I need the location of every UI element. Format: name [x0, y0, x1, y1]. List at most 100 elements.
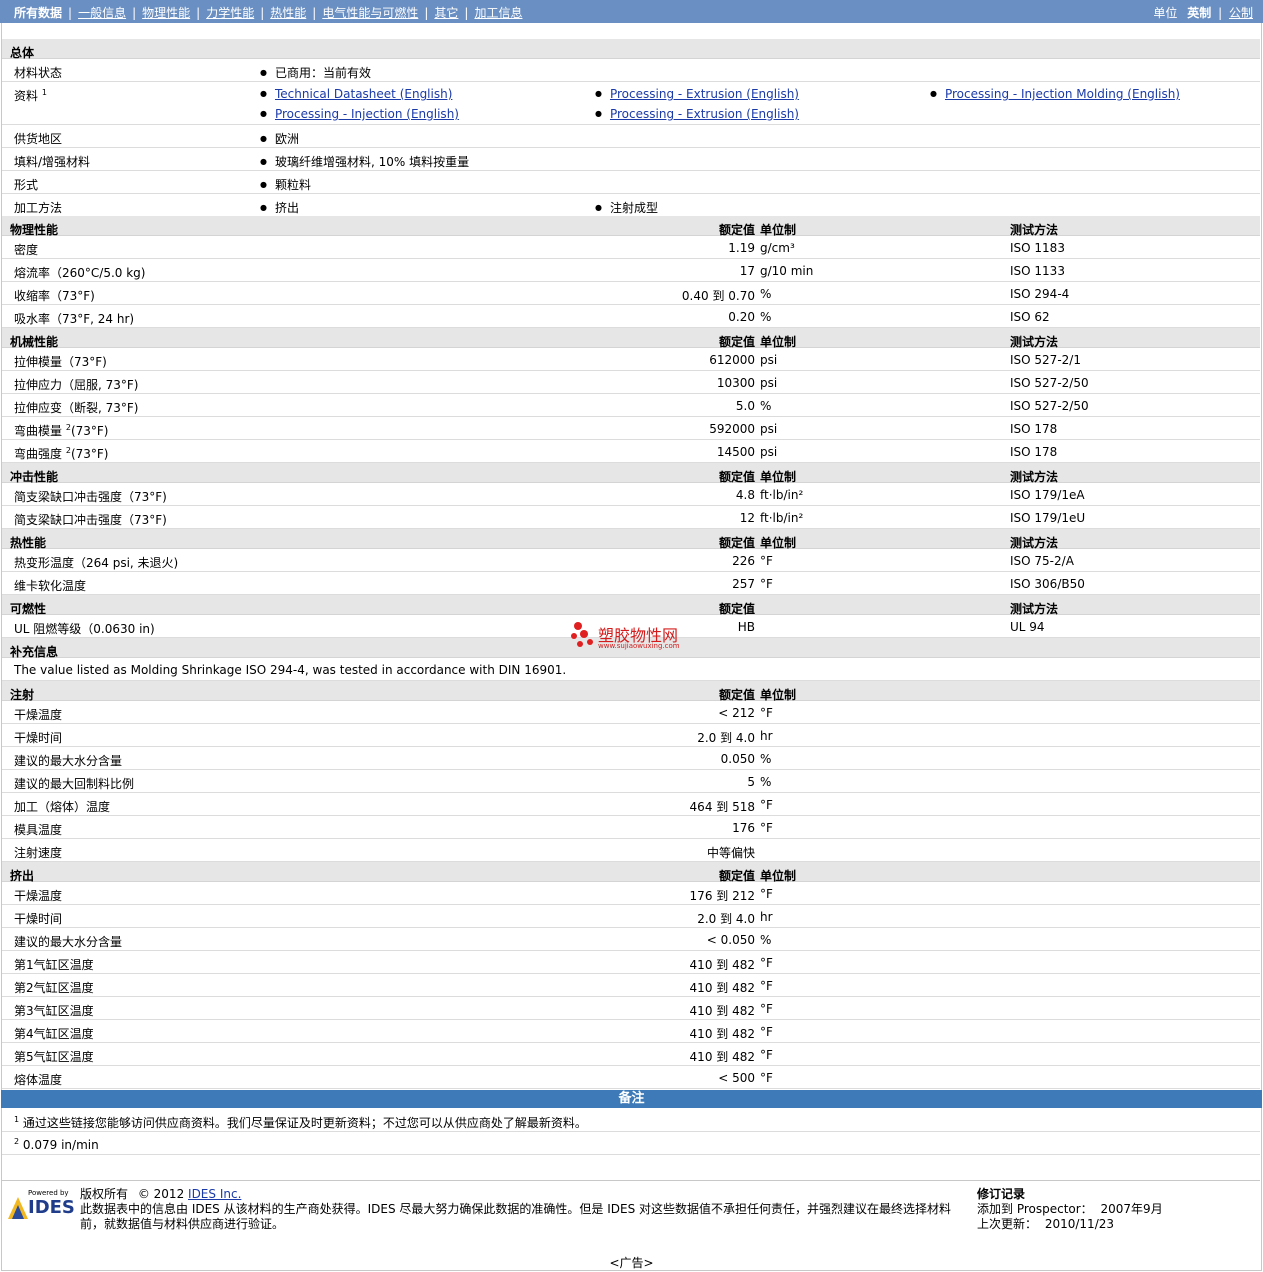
property-row: 第1气缸区温度 410 到 482 °F	[2, 951, 1260, 974]
nav-all-data[interactable]: 所有数据	[14, 6, 62, 20]
note-2: 2 0.079 in/min	[2, 1132, 1260, 1155]
watermark-dots-icon	[571, 622, 593, 647]
property-unit: %	[760, 933, 772, 947]
property-value: 10300	[716, 376, 755, 390]
property-value: 2.0 到 4.0	[697, 731, 755, 745]
property-label: 加工（熔体）温度	[14, 800, 111, 814]
property-test-method: ISO 62	[1010, 310, 1050, 324]
section-nav: 所有数据 | 一般信息 | 物理性能 | 力学性能 | 热性能 | 电气性能与可燃性 | 其它 | 加工信息	[14, 6, 523, 20]
units-imperial[interactable]: 英制	[1187, 6, 1211, 20]
property-unit: °F	[760, 821, 773, 835]
property-label: 维卡软化温度	[14, 579, 87, 593]
property-row: 吸水率（73°F, 24 hr) 0.20% ISO 62	[2, 305, 1260, 328]
property-test-method: ISO 294-4	[1010, 287, 1070, 301]
property-label: 第3气缸区温度	[14, 1004, 94, 1018]
unit-switcher: 单位 英制 | 公制	[1153, 6, 1253, 20]
property-value: 464 到 518	[689, 800, 755, 814]
row-label: 加工方法	[14, 201, 63, 215]
nav-processing[interactable]: 加工信息	[474, 6, 522, 20]
property-row: 熔体温度 < 500 °F	[2, 1066, 1260, 1089]
ides-logo: Powered by IDES	[8, 1189, 75, 1219]
nav-thermal[interactable]: 热性能	[270, 6, 306, 20]
property-value: 410 到 482	[689, 981, 755, 995]
property-unit: g/cm³	[760, 241, 795, 255]
row-label: 资料 1	[14, 88, 47, 103]
property-unit: psi	[760, 422, 778, 436]
property-unit: °F	[760, 1071, 773, 1085]
property-unit: psi	[760, 376, 778, 390]
doc-link-technical[interactable]: Technical Datasheet (English)	[260, 87, 452, 101]
property-sections: 物理性能 额定值 单位制 测试方法 密度 1.19 g/cm³ ISO 1183 熔流率（260…	[2, 216, 1260, 1089]
row-label: 材料状态	[14, 66, 63, 80]
property-row: 干燥时间 2.0 到 4.0 hr	[2, 724, 1260, 747]
property-value: HB	[737, 620, 755, 634]
ides-link[interactable]: IDES Inc.	[188, 1187, 241, 1201]
row-method: 加工方法 挤出 注射成型	[2, 194, 1260, 216]
property-unit: °F	[760, 554, 773, 568]
property-label: 收缩率（73°F)	[14, 289, 95, 303]
property-value: 5.0	[735, 399, 755, 413]
property-label: 干燥温度	[14, 708, 63, 722]
site-watermark: 塑胶物性网 www.sujiaowuxing.com	[570, 620, 680, 653]
nav-general[interactable]: 一般信息	[78, 6, 126, 20]
revision-history: 修订记录 添加到 Prospector： 2007年9月 上次更新： 2010/…	[977, 1187, 1163, 1231]
doc-link-injection-molding[interactable]: Processing - Injection Molding (English)	[930, 87, 1180, 101]
property-value: 0.050	[720, 752, 755, 766]
row-value: 玻璃纤维增强材料, 10% 填料按重量	[260, 153, 469, 170]
units-metric-link[interactable]: 公制	[1229, 6, 1253, 20]
property-label: 干燥时间	[14, 731, 63, 745]
row-value: 已商用：当前有效	[260, 64, 371, 81]
copyright-block: 版权所有 © 2012 IDES Inc. 此数据表中的信息由 IDES 从该材…	[80, 1187, 960, 1232]
property-value: 176 到 212	[689, 889, 755, 903]
nav-physical[interactable]: 物理性能	[142, 6, 190, 20]
property-value: 17	[739, 264, 755, 278]
property-label: 干燥温度	[14, 889, 63, 903]
property-unit: °F	[760, 1002, 773, 1016]
property-row: 干燥温度 176 到 212 °F	[2, 882, 1260, 905]
property-unit: °F	[760, 887, 773, 901]
property-unit: ft·lb/in²	[760, 488, 804, 502]
property-row: 维卡软化温度 257 °F ISO 306/B50	[2, 572, 1260, 595]
row-documents: 资料 1 Technical Datasheet (English) Proce…	[2, 82, 1260, 125]
property-label: 模具温度	[14, 823, 63, 837]
property-unit: hr	[760, 910, 773, 924]
property-value: < 0.050	[706, 933, 755, 947]
row-label: 供货地区	[14, 132, 63, 146]
doc-link-extrusion-2[interactable]: Processing - Extrusion (English)	[595, 107, 799, 121]
property-value: 410 到 482	[689, 1027, 755, 1041]
nav-mechanical[interactable]: 力学性能	[206, 6, 254, 20]
property-row: 拉伸应变（断裂, 73°F) 5.0% ISO 527-2/50	[2, 394, 1260, 417]
property-row: 加工（熔体）温度 464 到 518 °F	[2, 793, 1260, 816]
property-label: 建议的最大水分含量	[14, 754, 123, 768]
row-value: 注射成型	[595, 199, 658, 216]
doc-link-extrusion[interactable]: Processing - Extrusion (English)	[595, 87, 799, 101]
section-header-mechanical: 机械性能 额定值 单位制 测试方法	[2, 328, 1260, 349]
property-value: 中等偏快	[706, 846, 755, 860]
top-nav-bar: 所有数据 | 一般信息 | 物理性能 | 力学性能 | 热性能 | 电气性能与可燃性 | 其它 | 加工信息…	[0, 0, 1263, 23]
section-header-injection: 注射 额定值 单位制	[2, 681, 1260, 702]
property-value: 0.20	[728, 310, 755, 324]
property-unit: °F	[760, 1048, 773, 1062]
property-unit: %	[760, 752, 772, 766]
property-label: 拉伸应变（断裂, 73°F)	[14, 401, 139, 415]
nav-other[interactable]: 其它	[434, 6, 458, 20]
property-row: 第5气缸区温度 410 到 482 °F	[2, 1043, 1260, 1066]
property-unit: %	[760, 399, 772, 413]
doc-link-injection[interactable]: Processing - Injection (English)	[260, 107, 459, 121]
property-row: 干燥时间 2.0 到 4.0 hr	[2, 905, 1260, 928]
property-row: 熔流率（260°C/5.0 kg) 17 g/10 min ISO 1133	[2, 259, 1260, 282]
section-header-impact: 冲击性能 额定值 单位制 测试方法	[2, 463, 1260, 484]
property-value: 176	[732, 821, 755, 835]
property-unit: %	[760, 775, 772, 789]
property-label: 弯曲强度 2(73°F)	[14, 446, 109, 461]
property-unit: ft·lb/in²	[760, 511, 804, 525]
nav-electrical[interactable]: 电气性能与可燃性	[322, 6, 418, 20]
property-test-method: ISO 178	[1010, 445, 1058, 459]
property-unit: psi	[760, 353, 778, 367]
property-test-method: ISO 527-2/50	[1010, 376, 1089, 390]
row-value: 欧洲	[260, 130, 299, 147]
property-unit: °F	[760, 956, 773, 970]
property-label: 熔体温度	[14, 1073, 63, 1087]
property-label: 拉伸应力（屈服, 73°F)	[14, 378, 139, 392]
property-unit: %	[760, 287, 772, 301]
